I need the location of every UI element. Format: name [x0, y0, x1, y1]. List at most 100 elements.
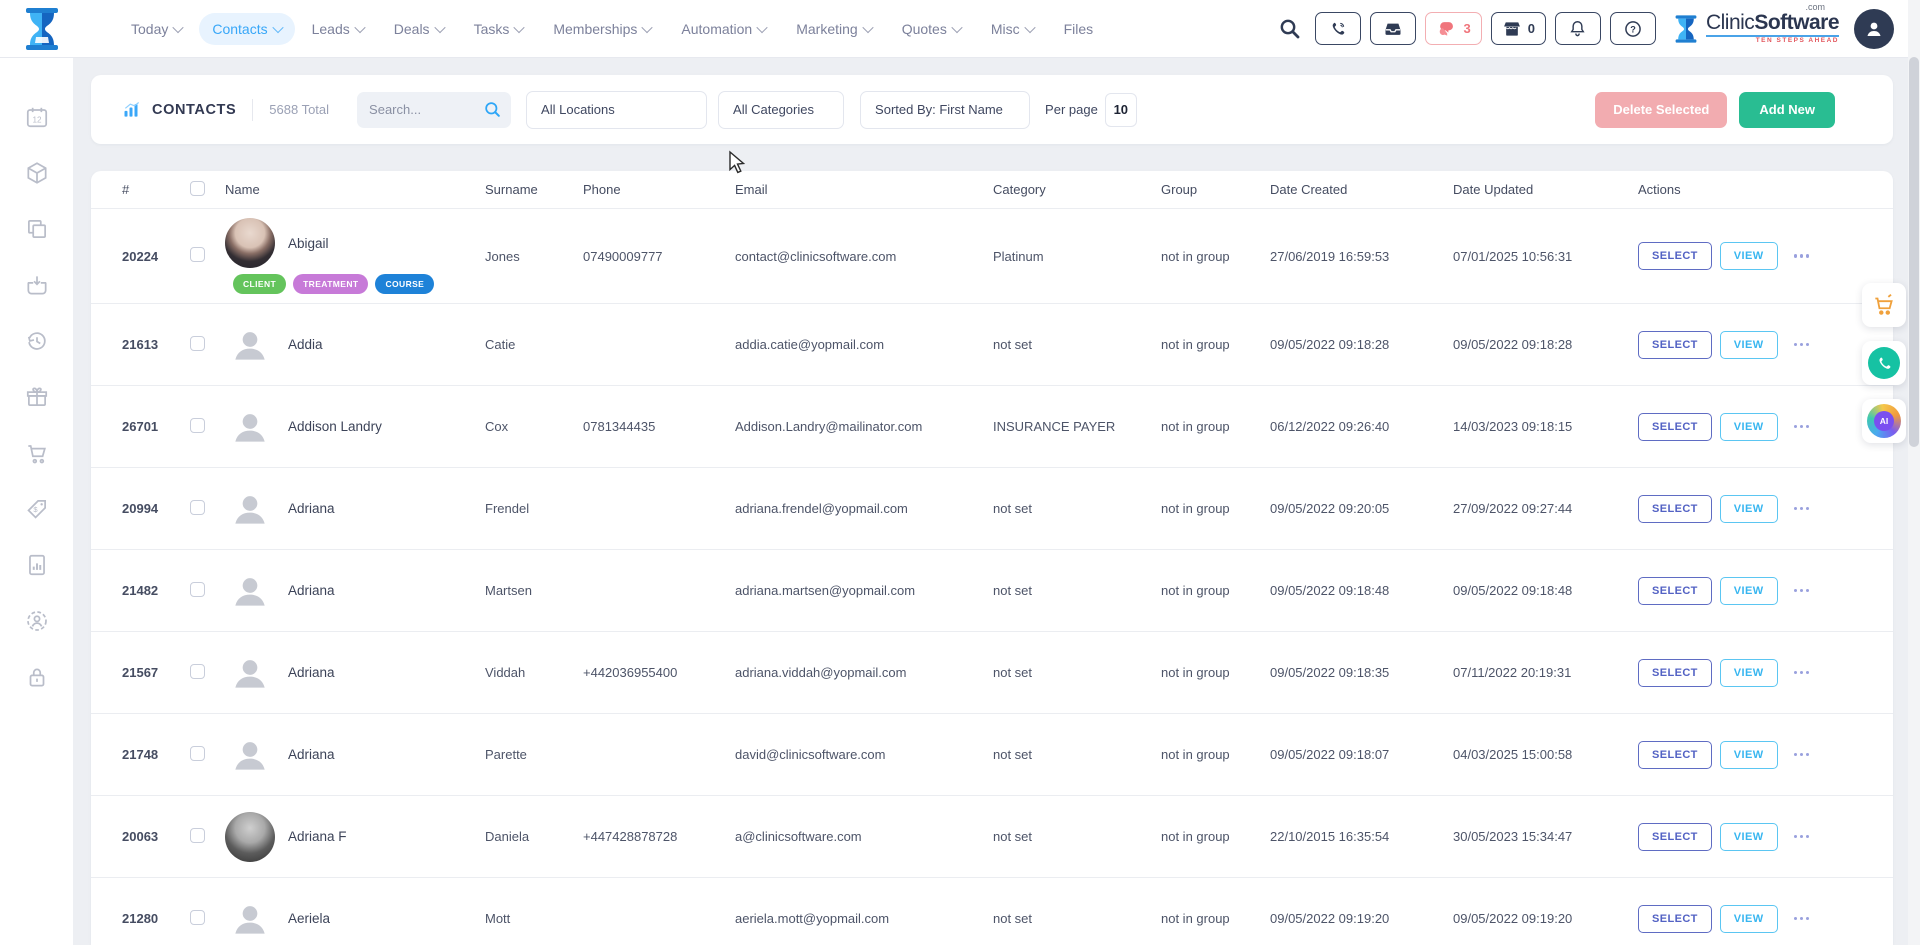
chat-button[interactable]: 3 — [1425, 12, 1482, 45]
sort-filter[interactable]: Sorted By: First Name — [860, 91, 1030, 129]
ai-icon: AI — [1867, 404, 1901, 438]
contact-group: not in group — [1161, 419, 1270, 434]
view-button[interactable]: VIEW — [1720, 495, 1778, 523]
copy-icon[interactable] — [24, 216, 50, 242]
select-button[interactable]: SELECT — [1638, 741, 1712, 769]
contact-category: not set — [993, 665, 1161, 680]
select-button[interactable]: SELECT — [1638, 242, 1712, 270]
row-checkbox[interactable] — [190, 828, 205, 843]
view-button[interactable]: VIEW — [1720, 741, 1778, 769]
search-submit-icon[interactable] — [483, 100, 502, 119]
quick-call-button[interactable] — [1862, 341, 1906, 385]
view-button[interactable]: VIEW — [1720, 659, 1778, 687]
history-icon[interactable] — [24, 328, 50, 354]
per-page-value[interactable]: 10 — [1105, 93, 1137, 127]
more-options-icon[interactable] — [1794, 507, 1810, 511]
select-button[interactable]: SELECT — [1638, 331, 1712, 359]
nav-today[interactable]: Today — [118, 13, 195, 45]
select-button[interactable]: SELECT — [1638, 577, 1712, 605]
package-icon[interactable] — [24, 160, 50, 186]
nav-files[interactable]: Files — [1051, 13, 1107, 45]
row-checkbox[interactable] — [190, 582, 205, 597]
nav-marketing[interactable]: Marketing — [783, 13, 884, 45]
more-options-icon[interactable] — [1794, 589, 1810, 593]
row-checkbox[interactable] — [190, 910, 205, 925]
row-checkbox[interactable] — [190, 746, 205, 761]
select-button[interactable]: SELECT — [1638, 413, 1712, 441]
nav-contacts[interactable]: Contacts — [199, 13, 294, 45]
contact-id: 26701 — [122, 419, 190, 434]
table-row: 21748 Adriana Parette david@clinicsoftwa… — [91, 714, 1893, 796]
view-button[interactable]: VIEW — [1720, 331, 1778, 359]
dialer-button[interactable] — [1315, 12, 1361, 45]
locations-filter[interactable]: All Locations — [526, 91, 707, 129]
contact-surname: Catie — [485, 337, 583, 352]
help-button[interactable]: ? — [1610, 12, 1656, 45]
user-menu-button[interactable] — [1854, 9, 1894, 49]
store-button[interactable]: 0 — [1491, 12, 1546, 45]
more-options-icon[interactable] — [1794, 753, 1810, 757]
add-new-button[interactable]: Add New — [1739, 92, 1835, 128]
view-button[interactable]: VIEW — [1720, 823, 1778, 851]
row-checkbox[interactable] — [190, 247, 205, 262]
row-checkbox[interactable] — [190, 500, 205, 515]
lock-icon[interactable] — [24, 664, 50, 690]
calendar-12-icon[interactable]: 12 — [24, 104, 50, 130]
report-icon[interactable] — [24, 552, 50, 578]
contact-group: not in group — [1161, 747, 1270, 762]
categories-filter[interactable]: All Categories — [718, 91, 844, 129]
gift-icon[interactable] — [24, 384, 50, 410]
table-row: 20994 Adriana Frendel adriana.frendel@yo… — [91, 468, 1893, 550]
nav-deals[interactable]: Deals — [381, 13, 457, 45]
search-icon[interactable] — [1278, 17, 1302, 41]
more-options-icon[interactable] — [1794, 917, 1810, 921]
more-options-icon[interactable] — [1794, 254, 1810, 258]
nav-automation[interactable]: Automation — [668, 13, 779, 45]
quick-cart-button[interactable] — [1862, 283, 1906, 327]
hourglass-logo-icon[interactable] — [22, 7, 62, 51]
view-button[interactable]: VIEW — [1720, 905, 1778, 933]
badge-course[interactable]: COURSE — [375, 274, 434, 294]
scrollbar-thumb[interactable] — [1909, 57, 1919, 447]
nav-leads[interactable]: Leads — [299, 13, 377, 45]
row-checkbox[interactable] — [190, 418, 205, 433]
contact-surname: Daniela — [485, 829, 583, 844]
more-options-icon[interactable] — [1794, 835, 1810, 839]
ai-assistant-button[interactable]: AI — [1862, 399, 1906, 443]
select-all-checkbox[interactable] — [190, 181, 205, 196]
more-options-icon[interactable] — [1794, 343, 1810, 347]
delete-selected-button[interactable]: Delete Selected — [1595, 92, 1727, 128]
select-button[interactable]: SELECT — [1638, 823, 1712, 851]
nav-label: Quotes — [902, 21, 947, 37]
account-icon[interactable] — [24, 608, 50, 634]
view-button[interactable]: VIEW — [1720, 413, 1778, 441]
select-button[interactable]: SELECT — [1638, 659, 1712, 687]
row-checkbox[interactable] — [190, 664, 205, 679]
contact-id: 20063 — [122, 829, 190, 844]
cart-icon[interactable] — [24, 440, 50, 466]
table-row: 21567 Adriana Viddah +442036955400 adria… — [91, 632, 1893, 714]
basket-download-icon[interactable] — [24, 272, 50, 298]
table-header-row: #NameSurnamePhoneEmailCategoryGroupDate … — [91, 171, 1893, 209]
inbox-button[interactable] — [1370, 12, 1416, 45]
row-checkbox[interactable] — [190, 336, 205, 351]
contact-id: 21748 — [122, 747, 190, 762]
contact-name: Adriana — [288, 583, 335, 598]
nav-misc[interactable]: Misc — [978, 13, 1047, 45]
view-button[interactable]: VIEW — [1720, 577, 1778, 605]
price-tag-icon[interactable]: $ — [24, 496, 50, 522]
nav-quotes[interactable]: Quotes — [889, 13, 974, 45]
contact-group: not in group — [1161, 665, 1270, 680]
contact-phone: +442036955400 — [583, 665, 735, 680]
notifications-button[interactable] — [1555, 12, 1601, 45]
view-button[interactable]: VIEW — [1720, 242, 1778, 270]
badge-client[interactable]: CLIENT — [233, 274, 286, 294]
more-options-icon[interactable] — [1794, 671, 1810, 675]
nav-tasks[interactable]: Tasks — [461, 13, 537, 45]
badge-treatment[interactable]: TREATMENT — [293, 274, 368, 294]
total-count: 5688 Total — [269, 102, 329, 117]
select-button[interactable]: SELECT — [1638, 495, 1712, 523]
more-options-icon[interactable] — [1794, 425, 1810, 429]
select-button[interactable]: SELECT — [1638, 905, 1712, 933]
nav-memberships[interactable]: Memberships — [540, 13, 664, 45]
